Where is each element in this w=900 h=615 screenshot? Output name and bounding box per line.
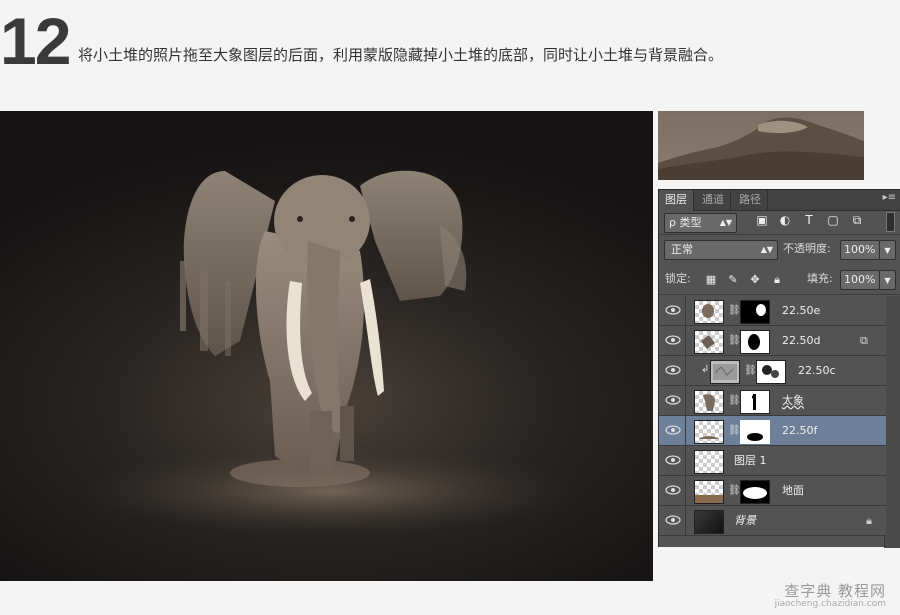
visibility-eye-icon[interactable] [665,454,681,466]
layer-row[interactable]: ⛓ 22.50e [659,296,886,326]
layer-thumbnail[interactable] [694,480,724,504]
watermark-url: jiaocheng.chazidian.com [774,599,886,609]
layer-mask-thumbnail[interactable] [740,330,770,354]
fill-input[interactable]: 100% [840,270,880,290]
type-filter-icon[interactable]: T [802,213,816,227]
opacity-label: 不透明度: [783,242,831,255]
opacity-input[interactable]: 100% [840,240,880,260]
mask-link-icon[interactable]: ⛓ [728,425,741,437]
layer-thumbnail[interactable] [694,450,724,474]
tab-channels[interactable]: 通道 [696,190,731,210]
visibility-eye-icon[interactable] [665,514,681,526]
layer-row[interactable]: 图层 1 [659,446,886,476]
blend-mode-select[interactable]: 正常 ▲▼ [664,240,778,260]
layer-row[interactable]: 背景 🔒︎ [659,506,886,536]
tab-layers[interactable]: 图层 [659,190,694,211]
layers-scrollbar[interactable] [884,296,900,548]
visibility-eye-icon[interactable] [665,364,681,376]
site-watermark: 查字典 教程网 jiaocheng.chazidian.com [775,580,886,609]
clipping-mask-icon: ↲ [701,364,710,375]
layer-name[interactable]: 太象 [782,386,804,416]
fill-label: 填充: [807,272,833,285]
visibility-eye-icon[interactable] [665,484,681,496]
shape-filter-icon[interactable]: ▢ [826,213,840,227]
layer-thumbnail[interactable] [694,510,724,534]
composition-canvas [0,111,653,581]
layer-name[interactable]: 22.50c [798,356,836,386]
opacity-dropdown[interactable]: ▼ [879,240,896,260]
filter-toggle[interactable] [886,212,895,232]
lock-pixels-icon[interactable]: ✎ [727,274,739,286]
lock-label: 锁定: [665,272,691,285]
mask-link-icon[interactable]: ⛓ [728,335,741,347]
layer-mask-thumbnail[interactable] [740,420,770,444]
image-filter-icon[interactable]: ▣ [755,213,769,227]
visibility-eye-icon[interactable] [665,334,681,346]
layer-thumbnail[interactable] [694,300,724,324]
layer-thumbnail[interactable] [694,420,724,444]
layer-mask-thumbnail[interactable] [740,480,770,504]
layer-row[interactable]: ↲ ⛓ 22.50c [659,356,886,386]
mask-link-icon[interactable]: ⛓ [728,395,741,407]
layer-name[interactable]: 22.50f [782,416,817,446]
lock-transparency-icon[interactable]: ▦ [705,274,717,286]
layer-name[interactable]: 22.50d [782,326,820,356]
tab-paths[interactable]: 路径 [733,190,768,210]
dirt-mound-image [658,111,864,180]
mask-link-icon[interactable]: ⛓ [728,305,741,317]
layer-filter-select[interactable]: ρ 类型 ▲▼ [664,213,737,233]
layer-mask-thumbnail[interactable] [756,360,786,384]
layer-mask-thumbnail[interactable] [740,390,770,414]
visibility-eye-icon[interactable] [665,424,681,436]
layer-thumbnail[interactable] [710,360,740,384]
layer-thumbnail[interactable] [694,330,724,354]
layers-panel: 图层 通道 路径 ▸≡ ρ 类型 ▲▼ ▣ ◐ T ▢ ⧉ 正常 ▲▼ 不透明度: … [658,189,900,548]
fill-dropdown[interactable]: ▼ [879,270,896,290]
layer-row[interactable]: ⛓ 太象 [659,386,886,416]
lock-icon: 🔒︎ [866,514,872,527]
layer-name[interactable]: 图层 1 [734,446,767,476]
layer-name[interactable]: 22.50e [782,296,820,326]
panel-tabs: 图层 通道 路径 ▸≡ [659,190,900,211]
step-instruction: 将小土堆的照片拖至大象图层的后面，利用蒙版隐藏掉小土堆的底部，同时让小土堆与背景… [78,46,724,64]
visibility-eye-icon[interactable] [665,304,681,316]
layer-row[interactable]: ⛓ 22.50f [659,416,886,446]
layer-mask-thumbnail[interactable] [740,300,770,324]
panel-menu-icon[interactable]: ▸≡ [883,192,896,203]
step-number: 12 [0,4,71,78]
layer-row[interactable]: ⛓ 地面 [659,476,886,506]
layer-name[interactable]: 地面 [782,476,804,506]
mask-link-icon[interactable]: ⛓ [744,365,757,377]
adjustment-filter-icon[interactable]: ◐ [778,213,792,227]
layer-thumbnail[interactable] [694,390,724,414]
watermark-title: 查字典 教程网 [784,582,886,600]
elephant-illustration [80,170,580,536]
smart-object-icon: ⧉ [860,334,868,347]
smart-object-filter-icon[interactable]: ⧉ [850,213,864,227]
lock-all-icon[interactable]: 🔒︎ [771,274,783,286]
mask-link-icon[interactable]: ⛓ [728,485,741,497]
visibility-eye-icon[interactable] [665,394,681,406]
layer-row[interactable]: ⛓ 22.50d ⧉ [659,326,886,356]
lock-position-icon[interactable]: ✥ [749,274,761,286]
layer-name[interactable]: 背景 [734,506,756,536]
